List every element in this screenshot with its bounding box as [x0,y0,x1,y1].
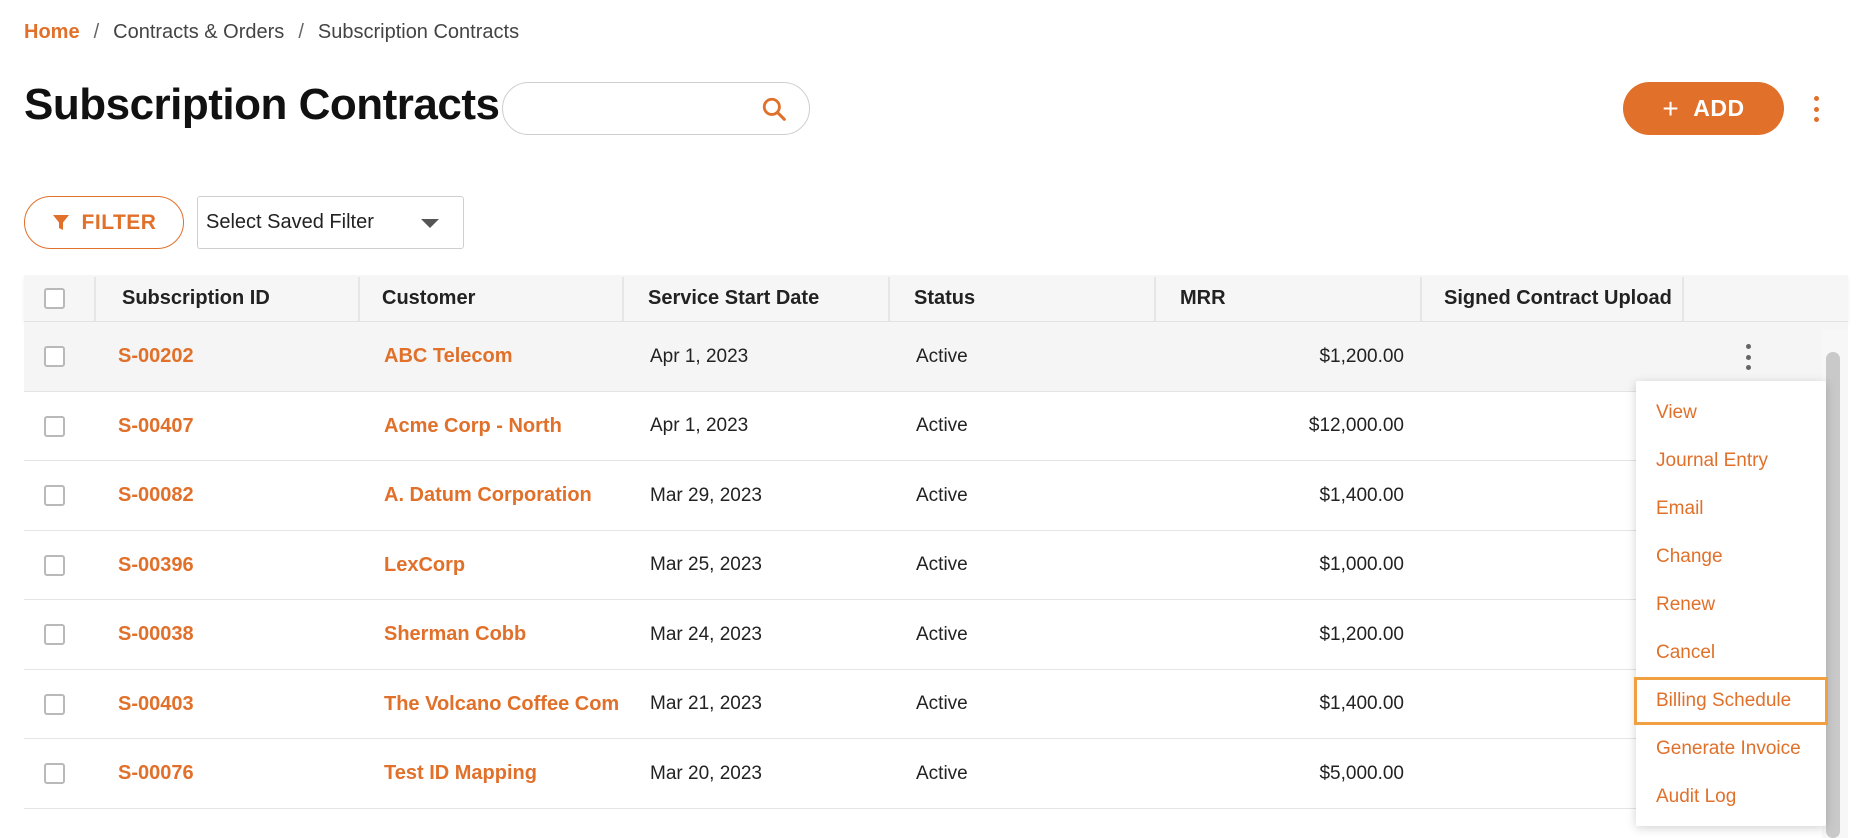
row-checkbox[interactable] [44,485,65,506]
customer-link[interactable]: LexCorp [384,531,620,600]
menu-item-view[interactable]: View [1636,389,1826,437]
subscription-id-link[interactable]: S-00076 [118,739,348,808]
row-more-options-icon[interactable] [1740,344,1756,370]
mrr-value: $1,200.00 [1319,345,1404,367]
menu-item-generate-invoice[interactable]: Generate Invoice [1636,725,1826,773]
subscription-id-link[interactable]: S-00038 [118,600,348,669]
column-header-signed-contract-upload[interactable]: Signed Contract Upload [1444,275,1672,322]
table-row[interactable]: S-00407 Acme Corp - North Apr 1, 2023 Ac… [24,391,1848,461]
column-header-customer[interactable]: Customer [382,275,475,322]
table-row[interactable]: S-00396 LexCorp Mar 25, 2023 Active $1,0… [24,530,1848,600]
customer-link[interactable]: The Volcano Coffee Company [384,670,620,739]
menu-item-cancel[interactable]: Cancel [1636,629,1826,677]
service-start-date: Mar 20, 2023 [650,762,762,784]
scrollbar-thumb[interactable] [1826,352,1840,838]
table-row[interactable]: S-00202 ABC Telecom Apr 1, 2023 Active $… [24,322,1848,392]
status-text: Active [916,484,968,506]
table-row[interactable]: S-00082 A. Datum Corporation Mar 29, 202… [24,461,1848,531]
menu-item-billing-schedule[interactable]: Billing Schedule [1634,677,1828,725]
mrr-value: $5,000.00 [1319,762,1404,784]
row-checkbox[interactable] [44,554,65,576]
saved-filter-select[interactable]: Select Saved Filter [197,196,464,249]
table-body: S-00202 ABC Telecom Apr 1, 2023 Active $… [24,322,1848,809]
caret-down-icon [421,219,439,228]
select-all-checkbox[interactable] [44,288,65,309]
page-title: Subscription Contracts [24,80,500,129]
column-header-mrr[interactable]: MRR [1180,275,1226,322]
search-input[interactable] [523,93,743,125]
mrr-value: $1,000.00 [1319,554,1404,575]
service-start-date: Mar 29, 2023 [650,484,762,506]
customer-link[interactable]: Test ID Mapping [384,739,620,808]
service-start-date: Apr 1, 2023 [650,415,749,436]
breadcrumb-contracts-orders[interactable]: Contracts & Orders [113,21,284,44]
column-header-service-start-date[interactable]: Service Start Date [648,275,819,322]
status-text: Active [916,345,968,367]
mrr-value: $1,400.00 [1319,693,1404,714]
add-button[interactable]: + ADD [1623,82,1784,135]
breadcrumb-current: Subscription Contracts [317,20,520,43]
menu-item-renew[interactable]: Renew [1636,581,1826,629]
mrr-value: $12,000.00 [1308,415,1404,436]
table-row[interactable]: S-00403 The Volcano Coffee Company Mar 2… [24,669,1848,739]
status-text: Active [916,415,968,436]
status-text: Active [916,554,968,575]
breadcrumb-home[interactable]: Home [24,21,80,44]
table-header: Subscription ID Customer Service Start D… [24,275,1848,322]
breadcrumb-separator: / [298,20,304,43]
add-button-label: ADD [1693,95,1745,121]
menu-item-email[interactable]: Email [1636,485,1826,533]
menu-item-audit-log[interactable]: Audit Log [1636,773,1826,821]
status-text: Active [916,623,968,645]
mrr-value: $1,200.00 [1319,623,1404,645]
search-box[interactable] [502,82,810,135]
more-options-icon[interactable] [1806,96,1826,122]
filter-button-label: FILTER [81,210,157,234]
service-start-date: Mar 24, 2023 [650,623,762,645]
funnel-icon [52,214,69,230]
row-checkbox[interactable] [44,693,65,715]
subscription-id-link[interactable]: S-00407 [118,392,348,461]
plus-icon: + [1662,92,1680,124]
menu-item-journal-entry[interactable]: Journal Entry [1636,437,1826,485]
subscription-id-link[interactable]: S-00396 [118,531,348,600]
breadcrumb-separator: / [93,20,100,43]
service-start-date: Apr 1, 2023 [650,345,749,367]
saved-filter-value: Select Saved Filter [206,211,374,233]
menu-item-change[interactable]: Change [1636,533,1826,581]
filter-button[interactable]: FILTER [24,196,184,249]
subscription-id-link[interactable]: S-00403 [118,670,348,739]
status-text: Active [916,693,968,714]
customer-link[interactable]: Acme Corp - North [384,392,620,461]
customer-link[interactable]: Sherman Cobb [384,600,620,669]
subscription-id-link[interactable]: S-00082 [118,461,348,530]
customer-link[interactable]: ABC Telecom [384,322,620,391]
row-checkbox[interactable] [44,346,65,367]
table-row[interactable]: S-00076 Test ID Mapping Mar 20, 2023 Act… [24,739,1848,809]
row-checkbox[interactable] [44,624,65,645]
status-text: Active [916,762,968,784]
service-start-date: Mar 25, 2023 [650,554,762,575]
row-actions-menu: View Journal Entry Email Change Renew Cancel B… [1634,381,1828,826]
breadcrumb: Home / Contracts & Orders / Subscription… [24,18,519,46]
subscription-table: Subscription ID Customer Service Start D… [24,275,1848,809]
row-checkbox[interactable] [44,415,65,437]
column-header-status[interactable]: Status [914,275,975,322]
table-row[interactable]: S-00038 Sherman Cobb Mar 24, 2023 Active… [24,600,1848,670]
row-checkbox[interactable] [44,763,65,784]
search-icon[interactable] [761,96,787,122]
subscription-id-link[interactable]: S-00202 [118,322,348,391]
mrr-value: $1,400.00 [1319,484,1404,506]
customer-link[interactable]: A. Datum Corporation [384,461,620,530]
service-start-date: Mar 21, 2023 [650,693,762,714]
column-header-subscription-id[interactable]: Subscription ID [122,275,270,322]
